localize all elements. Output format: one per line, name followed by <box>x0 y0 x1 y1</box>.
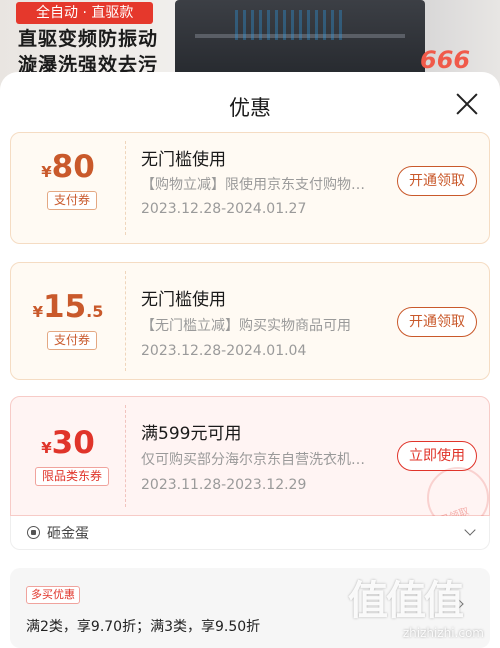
egg-icon <box>27 526 40 539</box>
coupon-date: 2023.12.28-2024.01.27 <box>141 201 307 217</box>
coupon-type-tag: 支付券 <box>47 191 98 210</box>
coupon-card: ¥80 支付券 无门槛使用 【购物立减】限使用京东支付购物满0.01元可用 20… <box>10 132 490 244</box>
multi-buy-tag: 多买优惠 <box>26 586 80 604</box>
coupon-amount: ¥30 <box>41 425 95 461</box>
coupon-footer[interactable]: 砸金蛋 <box>10 516 490 550</box>
coupon-type-tag: 支付券 <box>47 331 98 350</box>
coupon-card: ¥15.5 支付券 无门槛使用 【无门槛立减】购买实物商品可用 2023.12.… <box>10 262 490 380</box>
watermark-url: zhizhizhi.com <box>402 626 484 640</box>
coupon-desc: 仅可购买部分海尔京东自营洗衣机商品 <box>141 452 373 468</box>
banner-promo: 666 <box>420 46 471 74</box>
coupon-footer-label: 砸金蛋 <box>47 526 89 542</box>
coupon-type-tag: 限品类东券 <box>35 467 110 486</box>
coupon-title: 无门槛使用 <box>141 290 226 310</box>
coupon-date: 2023.12.28-2024.01.04 <box>141 343 307 359</box>
coupon-title: 无门槛使用 <box>141 150 226 170</box>
coupon-card: ¥30 限品类东券 满599元可用 仅可购买部分海尔京东自营洗衣机商品 2023… <box>10 396 490 529</box>
site-watermark: 值值值 zhizhizhi.com <box>348 568 490 640</box>
sheet-title: 优惠 <box>229 96 271 120</box>
coupon-sheet: 优惠 ¥80 支付券 无门槛使用 【购物立减】限使用京东支付购物满0.01元可用… <box>0 72 500 648</box>
watermark-logo: 值值值 <box>348 578 464 624</box>
close-icon[interactable] <box>452 90 482 120</box>
banner-headline-1: 直驱变频防振动 <box>18 28 159 50</box>
banner-badge: 全自动 · 直驱款 <box>16 2 154 24</box>
use-now-button[interactable]: 立即使用 <box>397 441 477 471</box>
sheet-header: 优惠 <box>0 72 500 138</box>
chevron-down-icon[interactable] <box>464 524 476 536</box>
coupon-desc: 【无门槛立减】购买实物商品可用 <box>141 318 351 334</box>
coupon-date: 2023.11.28-2023.12.29 <box>141 477 307 493</box>
claim-button[interactable]: 开通领取 <box>397 166 477 196</box>
claim-button[interactable]: 开通领取 <box>397 307 477 337</box>
coupon-desc: 【购物立减】限使用京东支付购物满0.01元可用 <box>141 177 373 193</box>
coupon-amount: ¥80 <box>41 149 95 185</box>
multi-buy-text: 满2类，享9.70折；满3类，享9.50折 <box>26 619 261 635</box>
coupon-amount: ¥15.5 <box>32 289 104 325</box>
coupon-title: 满599元可用 <box>141 424 242 444</box>
